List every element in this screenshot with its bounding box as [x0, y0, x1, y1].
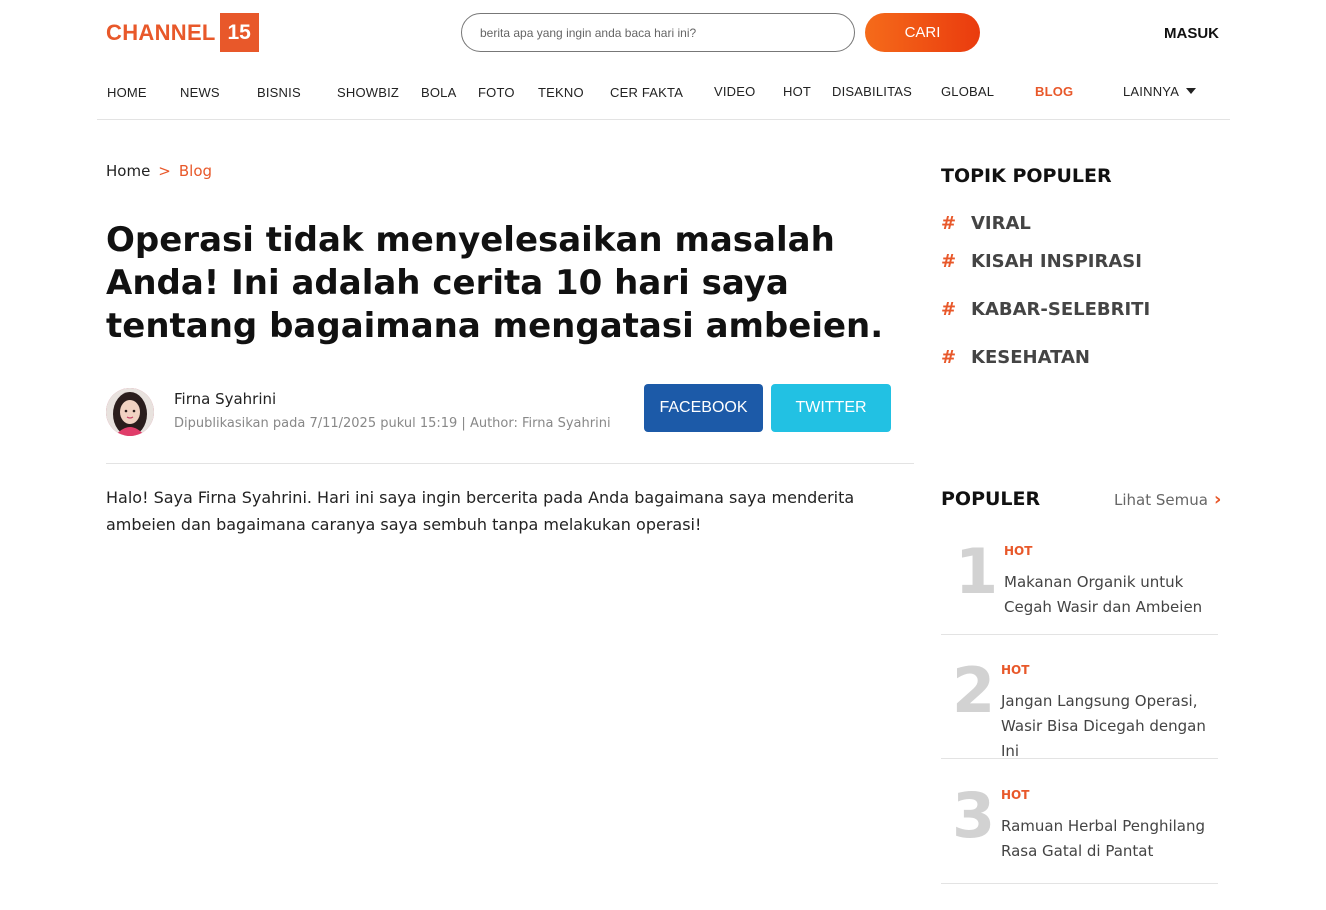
hashtag-icon: #: [941, 299, 957, 320]
nav-bola[interactable]: BOLA: [421, 85, 456, 100]
see-all-label: Lihat Semua: [1114, 490, 1208, 509]
popular-divider: [941, 883, 1218, 884]
nav-tekno[interactable]: TEKNO: [538, 85, 584, 100]
topic-viral[interactable]: # VIRAL: [941, 213, 1031, 234]
article-title: Operasi tidak menyelesaikan masalah Anda…: [106, 220, 884, 346]
content-divider: [106, 463, 914, 464]
main-nav: HOME NEWS BISNIS SHOWBIZ BOLA FOTO TEKNO…: [0, 0, 1326, 120]
article-body: Halo! Saya Firna Syahrini. Hari ini saya…: [106, 488, 855, 534]
popular-hot-badge: HOT: [1001, 788, 1030, 802]
popular-hot-badge: HOT: [1001, 663, 1030, 677]
hashtag-icon: #: [941, 251, 957, 272]
avatar-image: [106, 388, 154, 436]
nav-video[interactable]: VIDEO: [714, 84, 755, 99]
breadcrumb: Home > Blog: [106, 162, 212, 180]
nav-home[interactable]: HOME: [107, 85, 147, 100]
topic-label: KABAR-SELEBRITI: [971, 299, 1151, 320]
hashtag-icon: #: [941, 213, 957, 234]
popular-rank: 3: [952, 779, 996, 852]
share-facebook-button[interactable]: FACEBOOK: [644, 384, 763, 432]
nav-lainnya-label: LAINNYA: [1123, 84, 1180, 99]
caret-down-icon: [1186, 88, 1197, 94]
nav-blog[interactable]: BLOG: [1035, 84, 1073, 99]
populer-heading: POPULER: [941, 488, 1041, 510]
popular-title-1[interactable]: Makanan Organik untuk Cegah Wasir dan Am…: [1004, 570, 1229, 620]
nav-divider: [97, 119, 1230, 120]
popular-divider: [941, 758, 1218, 759]
topic-label: VIRAL: [971, 213, 1031, 234]
author-name[interactable]: Firna Syahrini: [174, 390, 276, 408]
breadcrumb-separator: >: [158, 162, 171, 180]
topic-kisah-inspirasi[interactable]: # KISAH INSPIRASI: [941, 251, 1142, 272]
author-avatar: [106, 388, 154, 436]
nav-hot[interactable]: HOT: [783, 84, 811, 99]
topic-label: KESEHATAN: [971, 347, 1090, 368]
nav-foto[interactable]: FOTO: [478, 85, 515, 100]
share-twitter-button[interactable]: TWITTER: [771, 384, 891, 432]
popular-divider: [941, 634, 1218, 635]
nav-disabilitas[interactable]: DISABILITAS: [832, 84, 912, 99]
nav-cer-fakta[interactable]: CER FAKTA: [610, 85, 683, 100]
nav-bisnis[interactable]: BISNIS: [257, 85, 301, 100]
nav-showbiz[interactable]: SHOWBIZ: [337, 85, 399, 100]
popular-rank: 2: [952, 654, 996, 727]
popular-title-2[interactable]: Jangan Langsung Operasi, Wasir Bisa Dice…: [1001, 689, 1218, 764]
popular-rank: 1: [955, 535, 999, 608]
topik-populer-heading: TOPIK POPULER: [941, 165, 1112, 187]
topic-kesehatan[interactable]: # KESEHATAN: [941, 347, 1090, 368]
breadcrumb-current[interactable]: Blog: [179, 162, 212, 180]
popular-hot-badge: HOT: [1004, 544, 1033, 558]
breadcrumb-home[interactable]: Home: [106, 162, 150, 180]
topic-label: KISAH INSPIRASI: [971, 251, 1142, 272]
publish-meta: Dipublikasikan pada 7/11/2025 pukul 15:1…: [174, 416, 611, 431]
nav-news[interactable]: NEWS: [180, 85, 220, 100]
nav-global[interactable]: GLOBAL: [941, 84, 994, 99]
see-all-link[interactable]: Lihat Semua ›: [1114, 489, 1221, 510]
popular-title-3[interactable]: Ramuan Herbal Penghilang Rasa Gatal di P…: [1001, 814, 1218, 864]
hashtag-icon: #: [941, 347, 957, 368]
topic-kabar-selebriti[interactable]: # KABAR-SELEBRITI: [941, 299, 1150, 320]
chevron-right-icon: ›: [1213, 489, 1222, 510]
nav-lainnya[interactable]: LAINNYA: [1123, 84, 1197, 99]
